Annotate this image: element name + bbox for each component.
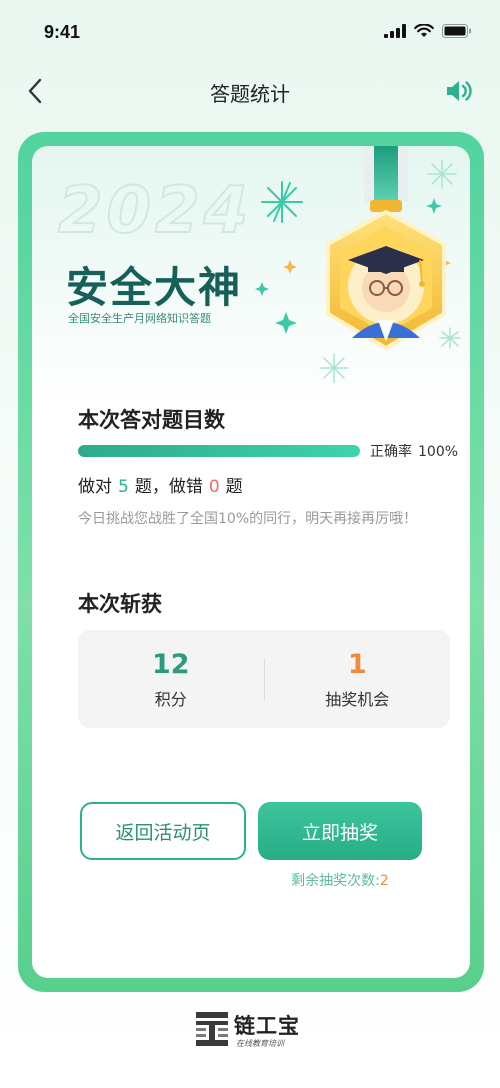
battery-icon: [442, 24, 471, 38]
progress-fill: [78, 445, 360, 457]
result-card: 2024 安全大神 全国安全生产月网络知识答题 本次答对题目数 正确率 100%…: [32, 146, 470, 978]
status-time: 9:41: [44, 22, 81, 42]
rewards-section-title: 本次斩获: [78, 592, 162, 616]
correct-prefix: 做对: [78, 477, 112, 497]
reward-points-label: 积分: [154, 690, 187, 709]
brand-mark-icon: [196, 1012, 228, 1046]
speaker-button[interactable]: [442, 74, 476, 108]
rewards-panel: 12 积分 1 抽奖机会: [78, 630, 450, 728]
correct-unit: 题，做错: [134, 477, 203, 497]
remaining-draws: 剩余抽奖次数:2: [258, 870, 422, 890]
signal-icon: [384, 24, 406, 38]
honor-subtitle: 全国安全生产月网络知识答题: [68, 312, 211, 325]
brand-slogan: 在线教育培训: [236, 1039, 284, 1048]
status-bar: 9:41: [0, 0, 500, 64]
reward-draw-chance: 1 抽奖机会: [265, 648, 451, 710]
brand-name: 链工宝: [234, 1014, 300, 1038]
wrong-count: 0: [208, 477, 220, 497]
wifi-icon: [414, 24, 434, 37]
wrong-unit: 题: [225, 477, 243, 497]
answer-counts: 做对 5 题，做错 0 题: [78, 472, 243, 497]
draw-now-button[interactable]: 立即抽奖: [258, 802, 422, 860]
reward-draw-chance-value: 1: [347, 649, 367, 680]
honor-title: 安全大神: [66, 263, 243, 312]
speaker-icon: [447, 81, 472, 101]
accuracy-progress: 正确率 100%: [78, 439, 470, 463]
reward-points: 12 积分: [78, 648, 264, 710]
reward-draw-chance-label: 抽奖机会: [325, 690, 390, 709]
remaining-draws-count: 2: [379, 873, 389, 889]
accuracy-rate: 正确率 100%: [370, 441, 458, 461]
back-to-activity-button[interactable]: 返回活动页: [80, 802, 246, 860]
progress-track: [78, 445, 360, 457]
medal-graduate-icon: [326, 146, 446, 351]
remaining-draws-label: 剩余抽奖次数:: [291, 873, 380, 889]
accuracy-rate-label: 正确率: [370, 444, 412, 460]
correct-count: 5: [118, 477, 129, 497]
encourage-text: 今日挑战您战胜了全国10%的同行，明天再接再厉哦！: [78, 511, 418, 527]
page-title: 答题统计: [210, 82, 290, 106]
status-icons: [384, 24, 472, 38]
accuracy-rate-value: 100%: [418, 444, 459, 460]
correct-section-title: 本次答对题目数: [78, 408, 225, 432]
nav-bar: 答题统计: [0, 64, 500, 120]
reward-points-value: 12: [151, 649, 190, 680]
brand-logo: 链工宝 在线教育培训: [196, 1008, 316, 1052]
result-card-frame: 2024 安全大神 全国安全生产月网络知识答题 本次答对题目数 正确率 100%…: [18, 132, 484, 992]
